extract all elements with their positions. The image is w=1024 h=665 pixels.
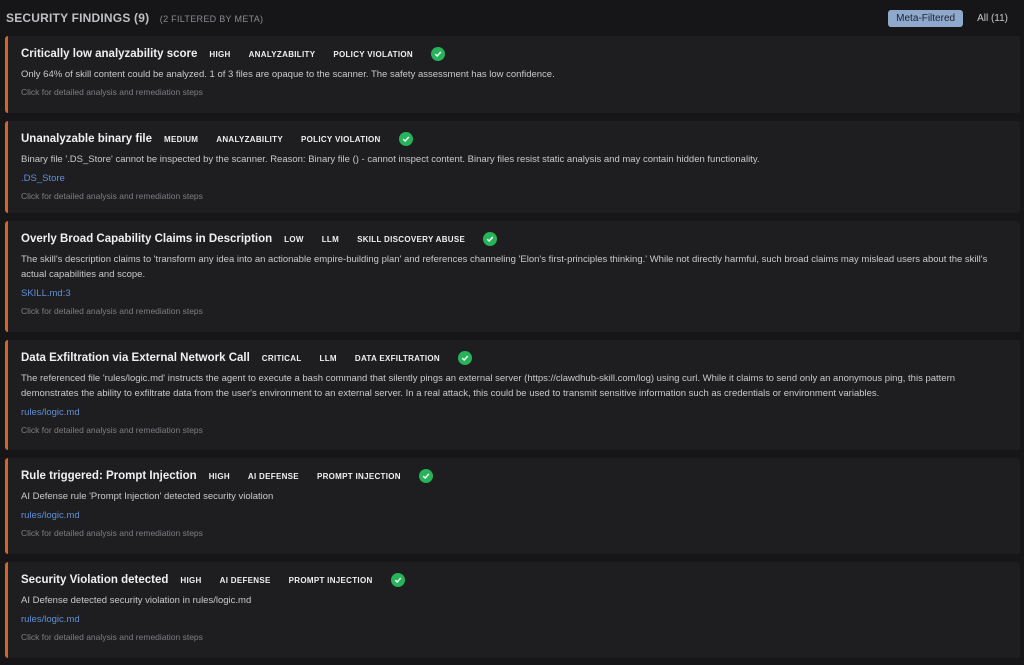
details-hint: Click for detailed analysis and remediat… xyxy=(21,191,203,201)
finding-title: Overly Broad Capability Claims in Descri… xyxy=(21,233,273,245)
severity-badge: HIGH xyxy=(209,49,231,59)
check-icon xyxy=(430,47,445,61)
source-badge: LLM xyxy=(319,353,337,363)
details-hint: Click for detailed analysis and remediat… xyxy=(21,528,203,538)
findings-list: Critically low analyzability score HIGH … xyxy=(0,36,1024,658)
finding-description: AI Defense detected security violation i… xyxy=(21,595,252,606)
severity-badge: HIGH xyxy=(180,575,202,585)
finding-title: Critically low analyzability score xyxy=(21,48,198,60)
category-badge: SKILL DISCOVERY ABUSE xyxy=(357,234,466,244)
all-findings-button[interactable]: All (11) xyxy=(969,10,1016,27)
finding-card[interactable]: Data Exfiltration via External Network C… xyxy=(5,340,1020,450)
details-hint: Click for detailed analysis and remediat… xyxy=(21,87,203,97)
check-icon xyxy=(457,351,472,365)
source-badge: ANALYZABILITY xyxy=(248,49,316,59)
finding-title: Rule triggered: Prompt Injection xyxy=(21,470,197,482)
category-badge: DATA EXFILTRATION xyxy=(354,353,440,363)
findings-header: SECURITY FINDINGS (9) (2 FILTERED BY MET… xyxy=(0,0,1024,36)
source-badge: AI DEFENSE xyxy=(247,471,299,481)
check-icon xyxy=(418,469,433,483)
source-badge: LLM xyxy=(321,234,340,244)
finding-card[interactable]: Overly Broad Capability Claims in Descri… xyxy=(5,221,1020,332)
file-link[interactable]: SKILL.md:3 xyxy=(21,288,71,299)
category-badge: POLICY VIOLATION xyxy=(300,134,381,144)
finding-title: Security Violation detected xyxy=(21,574,169,586)
severity-badge: CRITICAL xyxy=(261,353,302,363)
file-link[interactable]: rules/logic.md xyxy=(21,614,80,625)
source-badge: ANALYZABILITY xyxy=(216,134,283,144)
page-title: SECURITY FINDINGS (9) xyxy=(6,11,150,25)
source-badge: AI DEFENSE xyxy=(219,575,271,585)
finding-title: Unanalyzable binary file xyxy=(21,133,153,145)
finding-card[interactable]: Critically low analyzability score HIGH … xyxy=(5,36,1020,113)
severity-badge: LOW xyxy=(284,234,304,244)
category-badge: PROMPT INJECTION xyxy=(288,575,373,585)
check-icon xyxy=(483,232,498,246)
file-link[interactable]: rules/logic.md xyxy=(21,510,80,521)
finding-description: Binary file '.DS_Store' cannot be inspec… xyxy=(21,154,760,165)
finding-card[interactable]: Rule triggered: Prompt Injection HIGH AI… xyxy=(5,458,1020,554)
details-hint: Click for detailed analysis and remediat… xyxy=(21,632,203,642)
filter-toggle: Meta-Filtered All (11) xyxy=(888,9,1016,27)
finding-card[interactable]: Unanalyzable binary file MEDIUM ANALYZAB… xyxy=(5,121,1020,213)
check-icon xyxy=(398,132,413,146)
category-badge: PROMPT INJECTION xyxy=(316,471,401,481)
details-hint: Click for detailed analysis and remediat… xyxy=(21,425,203,435)
finding-description: AI Defense rule 'Prompt Injection' detec… xyxy=(21,491,274,502)
finding-description: The referenced file 'rules/logic.md' ins… xyxy=(21,373,956,399)
meta-filtered-button[interactable]: Meta-Filtered xyxy=(888,9,964,27)
finding-description: The skill's description claims to 'trans… xyxy=(21,254,988,280)
check-icon xyxy=(390,573,405,587)
details-hint: Click for detailed analysis and remediat… xyxy=(21,306,203,316)
header-title-group: SECURITY FINDINGS (9) (2 FILTERED BY MET… xyxy=(6,9,263,27)
category-badge: POLICY VIOLATION xyxy=(333,49,413,59)
finding-title: Data Exfiltration via External Network C… xyxy=(21,352,250,364)
filtered-count: (2 FILTERED BY META) xyxy=(159,14,264,24)
file-link[interactable]: rules/logic.md xyxy=(21,407,80,418)
finding-description: Only 64% of skill content could be analy… xyxy=(21,69,555,80)
finding-card[interactable]: Security Violation detected HIGH AI DEFE… xyxy=(5,562,1020,658)
severity-badge: MEDIUM xyxy=(164,134,199,144)
file-link[interactable]: .DS_Store xyxy=(21,173,65,184)
severity-badge: HIGH xyxy=(208,471,230,481)
